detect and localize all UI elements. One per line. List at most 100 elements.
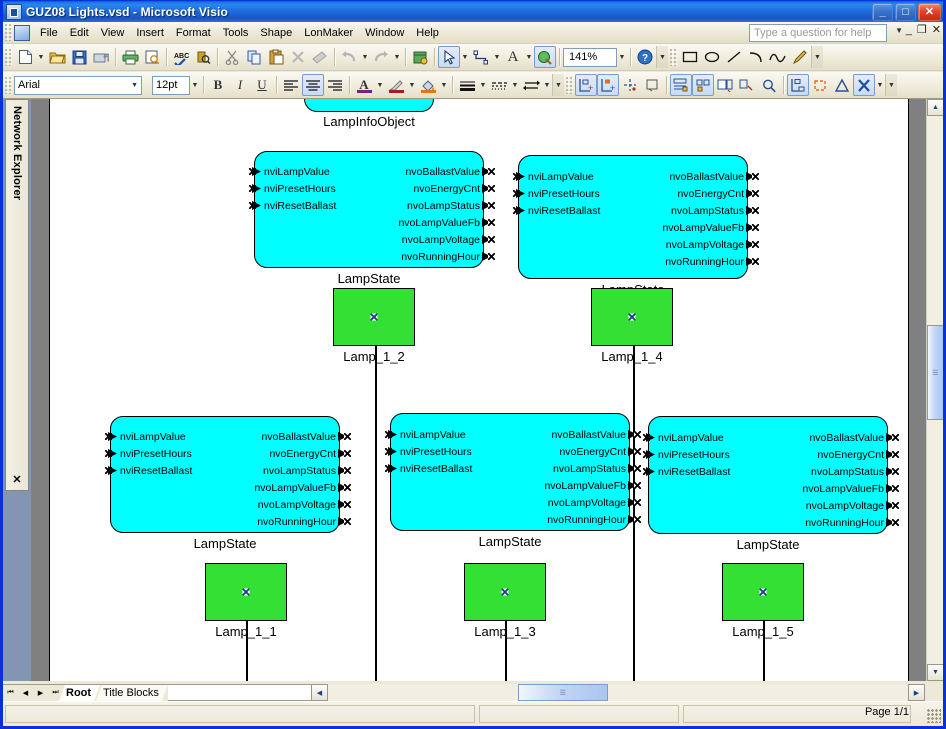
connection-point-out[interactable] <box>752 190 759 197</box>
text-tool-dropdown-icon[interactable]: ▼ <box>524 46 534 68</box>
save-icon[interactable] <box>68 46 90 68</box>
text-tool-icon[interactable]: A <box>502 46 524 68</box>
connector-tool-dropdown-icon[interactable]: ▼ <box>492 46 502 68</box>
scroll-down-button[interactable]: ▼ <box>927 664 943 681</box>
connection-point-out[interactable] <box>634 499 641 506</box>
new-router-icon[interactable] <box>619 74 641 96</box>
menu-window[interactable]: Window <box>359 24 410 42</box>
connection-point-center[interactable] <box>501 588 509 596</box>
align-left-icon[interactable] <box>280 74 302 96</box>
connection-point-out[interactable] <box>488 236 495 243</box>
italic-button[interactable]: I <box>229 74 251 96</box>
connection-point-out[interactable] <box>344 501 351 508</box>
pointer-tool-icon[interactable] <box>438 46 460 68</box>
functional-block-lampstate-1[interactable]: nviLampValue nviPresetHours nviResetBall… <box>249 151 495 286</box>
delete-object-icon[interactable] <box>853 74 875 96</box>
replace-icon[interactable] <box>809 74 831 96</box>
align-center-icon[interactable] <box>302 74 324 96</box>
line-weight-dropdown-icon[interactable]: ▼ <box>478 74 488 96</box>
connection-point-out[interactable] <box>344 518 351 525</box>
connection-point-center[interactable] <box>759 588 767 596</box>
canvas-viewport[interactable]: LampInfoObject nviLampValue nviPresetHou… <box>31 99 925 681</box>
menubar-grip[interactable] <box>5 24 12 41</box>
ellipse-tool-icon[interactable] <box>701 46 723 68</box>
paste-icon[interactable] <box>265 46 287 68</box>
ask-a-question-box[interactable]: Type a question for help <box>749 24 887 42</box>
new-document-dropdown-icon[interactable]: ▼ <box>36 46 46 68</box>
research-icon[interactable] <box>192 46 214 68</box>
connection-point-out[interactable] <box>634 431 641 438</box>
connection-point-out[interactable] <box>488 202 495 209</box>
close-button[interactable]: ✕ <box>918 3 941 21</box>
standard-toolbar-grip[interactable] <box>5 48 12 66</box>
line-color-icon[interactable] <box>385 74 407 96</box>
font-color-icon[interactable]: A <box>353 74 375 96</box>
connection-point-out[interactable] <box>634 482 641 489</box>
connection-point-center[interactable] <box>242 588 250 596</box>
connection-line[interactable] <box>375 340 377 681</box>
connection-point-out[interactable] <box>488 168 495 175</box>
connection-point-out[interactable] <box>634 465 641 472</box>
lonmaker-toolbar-dropdown-icon[interactable]: ▼ <box>875 74 885 96</box>
menu-edit[interactable]: Edit <box>64 24 95 42</box>
device-lamp-1-2[interactable]: Lamp_1_2 <box>333 288 415 364</box>
menu-format[interactable]: Format <box>170 24 217 42</box>
vertical-scroll-thumb[interactable]: ☰ <box>927 325 943 420</box>
maximize-button[interactable]: □ <box>895 3 916 21</box>
open-folder-icon[interactable] <box>46 46 68 68</box>
menu-shape[interactable]: Shape <box>254 24 298 42</box>
new-network-variable-icon[interactable] <box>692 74 714 96</box>
doc-restore-button[interactable]: ❐ <box>917 25 927 36</box>
network-explorer-panel[interactable]: Network Explorer ✕ <box>5 99 29 491</box>
device-lamp-1-1[interactable]: Lamp_1_1 <box>205 563 287 639</box>
line-tool-icon[interactable] <box>723 46 745 68</box>
new-subsystem-icon[interactable] <box>641 74 663 96</box>
pointer-tool-dropdown-icon[interactable]: ▼ <box>460 46 470 68</box>
connection-point-center[interactable] <box>628 313 636 321</box>
menu-tools[interactable]: Tools <box>217 24 255 42</box>
scroll-right-button[interactable]: ▶ <box>908 684 925 701</box>
connection-point-out[interactable] <box>752 224 759 231</box>
connection-point-out[interactable] <box>488 185 495 192</box>
fill-color-dropdown-icon[interactable]: ▼ <box>439 74 449 96</box>
align-right-icon[interactable] <box>324 74 346 96</box>
browse-icon[interactable] <box>714 74 736 96</box>
fill-color-icon[interactable] <box>417 74 439 96</box>
new-functional-block-icon[interactable]: + <box>597 74 619 96</box>
connection-point-out[interactable] <box>752 258 759 265</box>
font-size-combobox[interactable]: 12pt <box>152 75 190 95</box>
new-document-icon[interactable] <box>14 46 36 68</box>
device-lamp-1-4[interactable]: Lamp_1_4 <box>591 288 673 364</box>
font-size-dropdown-icon[interactable]: ▼ <box>190 74 200 96</box>
font-color-dropdown-icon[interactable]: ▼ <box>375 74 385 96</box>
previous-page-button[interactable]: ◀ <box>18 686 33 701</box>
scroll-up-button[interactable]: ▲ <box>927 99 943 116</box>
functional-block-lampstate-2[interactable]: nviLampValue nviPresetHours nviResetBall… <box>513 155 759 297</box>
search-icon[interactable] <box>758 74 780 96</box>
connection-point-out[interactable] <box>344 433 351 440</box>
zoom-dropdown-icon[interactable]: ▼ <box>617 46 627 68</box>
connection-point-out[interactable] <box>488 219 495 226</box>
device-lamp-1-5[interactable]: Lamp_1_5 <box>722 563 804 639</box>
underline-button[interactable]: U <box>251 74 273 96</box>
permission-icon[interactable] <box>90 46 112 68</box>
page-tab-root[interactable]: Root <box>59 685 100 701</box>
functional-block-lampstate-3[interactable]: nviLampValue nviPresetHours nviResetBall… <box>105 416 351 551</box>
new-device-icon[interactable]: + <box>575 74 597 96</box>
network-explorer-close-icon[interactable]: ✕ <box>12 473 21 486</box>
connection-point-out[interactable] <box>752 173 759 180</box>
horizontal-scroll-thumb[interactable]: ☰ <box>518 684 608 701</box>
shape-fill-icon[interactable] <box>534 46 556 68</box>
line-weight-icon[interactable] <box>456 74 478 96</box>
lonmaker-toolbar-overflow-button[interactable]: ▼ <box>885 74 897 96</box>
line-ends-icon[interactable] <box>520 74 542 96</box>
connection-point-out[interactable] <box>892 519 899 526</box>
drawing-page[interactable]: LampInfoObject nviLampValue nviPresetHou… <box>49 99 909 681</box>
connection-point-out[interactable] <box>892 502 899 509</box>
commission-icon[interactable] <box>787 74 809 96</box>
lampinfoobject-body[interactable] <box>304 99 434 112</box>
spelling-icon[interactable]: ABC <box>170 46 192 68</box>
ask-a-question-dropdown-icon[interactable]: ▼ <box>895 26 903 35</box>
menu-insert[interactable]: Insert <box>130 24 170 42</box>
connection-point-out[interactable] <box>892 451 899 458</box>
